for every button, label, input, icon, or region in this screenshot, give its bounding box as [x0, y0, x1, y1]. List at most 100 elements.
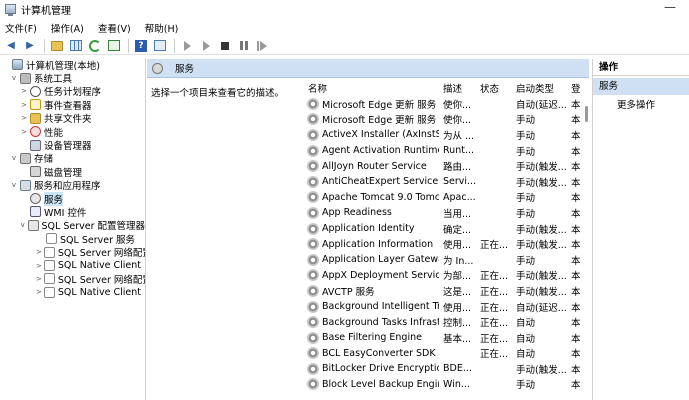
actions-section-services[interactable]: 服务: [593, 78, 689, 95]
tree-item-device-manager[interactable]: 设备管理器: [0, 138, 145, 152]
forward-arrow-icon[interactable]: ▶: [23, 39, 37, 53]
service-name-cell: Application Information: [303, 238, 439, 251]
menu-action[interactable]: 操作(A): [51, 21, 84, 35]
expand-chevron-icon[interactable]: v: [10, 154, 18, 162]
tree-item-sql-config-manager[interactable]: v SQL Server 配置管理器: [0, 219, 145, 232]
export-icon[interactable]: [107, 39, 121, 53]
service-row[interactable]: Background Intelligent Tra... 使用... 正在... 自…: [303, 299, 590, 315]
service-row[interactable]: Apache Tomcat 9.0 Tomcat9 Apac... 手动 本: [303, 190, 590, 206]
service-name-cell: Apache Tomcat 9.0 Tomcat9: [303, 191, 439, 204]
expand-chevron-icon[interactable]: >: [20, 101, 28, 109]
menu-help[interactable]: 帮助(H): [145, 21, 179, 35]
expand-chevron-icon[interactable]: >: [36, 262, 42, 270]
clock-icon: [30, 85, 41, 97]
service-row[interactable]: Background Tasks Infrastru... 控制... 正在... 自…: [303, 314, 590, 330]
column-header-log-on-as[interactable]: 登: [571, 81, 581, 95]
service-row[interactable]: AllJoyn Router Service 路由... 手动(触发... 本: [303, 158, 590, 174]
vertical-scrollbar[interactable]: [584, 96, 589, 400]
help-icon[interactable]: ?: [134, 39, 148, 53]
service-row[interactable]: Base Filtering Engine 基本... 正在... 自动 本: [303, 330, 590, 346]
column-header-startup-type[interactable]: 启动类型: [516, 81, 568, 95]
back-arrow-icon[interactable]: ◀: [4, 39, 18, 53]
service-row[interactable]: Application Layer Gateway ... 为 In... 手动 本: [303, 252, 590, 268]
service-row[interactable]: Agent Activation Runtime_... Runt... 手动 本: [303, 143, 590, 159]
service-description-cell: 控制...: [443, 318, 472, 330]
folder-icon[interactable]: [50, 39, 64, 53]
service-description-cell: Runt...: [443, 145, 475, 157]
column-header-name[interactable]: 名称: [303, 81, 439, 95]
service-row[interactable]: Application Information 使用... 正在... 手动(触发..…: [303, 236, 590, 252]
expand-chevron-icon[interactable]: v: [10, 74, 18, 82]
minimize-button[interactable]: —: [663, 1, 677, 14]
more-actions-link[interactable]: 更多操作: [593, 98, 689, 113]
tree-item-wmi-control[interactable]: WMI 控件: [0, 205, 145, 219]
service-row[interactable]: Application Identity 确定... 手动(触发... 本: [303, 221, 590, 237]
expand-chevron-icon[interactable]: >: [20, 128, 28, 136]
expand-chevron-icon[interactable]: >: [36, 248, 42, 256]
service-row[interactable]: AppX Deployment Service ... 为部... 正在... 手动(…: [303, 268, 590, 284]
service-row[interactable]: ActiveX Installer (AxInstSV) 为从 ... 手动 本: [303, 127, 590, 143]
service-row[interactable]: Block Level Backup Engine ... Win... 手动 本: [303, 377, 590, 393]
service-row[interactable]: AntiCheatExpert Service Servi... 手动(触发... 本: [303, 174, 590, 190]
service-gear-icon: [307, 191, 319, 204]
service-row[interactable]: Microsoft Edge 更新 服务 (... 使你... 自动(延迟... 本: [303, 96, 590, 112]
tree-item-sql-native-client-32[interactable]: > SQL Native Client 1: [0, 286, 145, 299]
service-gear-icon: [307, 347, 319, 360]
expand-chevron-icon[interactable]: >: [36, 288, 42, 296]
service-row[interactable]: BitLocker Drive Encryption ... BDE... 手动(触…: [303, 361, 590, 377]
tree-item-disk-management[interactable]: 磁盘管理: [0, 165, 145, 179]
sql-network-icon: [43, 273, 55, 285]
tree-item-sql-native-client[interactable]: > SQL Native Client 1: [0, 259, 145, 272]
start-service-icon[interactable]: [180, 39, 194, 53]
tree-item-sql-network-config[interactable]: > SQL Server 网络配置: [0, 245, 146, 260]
tree-item-services[interactable]: 服务: [0, 191, 145, 206]
tree-item-sql-network-config-32[interactable]: > SQL Server 网络配置: [0, 272, 145, 286]
tree-item-sql-server-services[interactable]: SQL Server 服务: [0, 232, 145, 246]
properties-icon[interactable]: [153, 39, 167, 53]
expand-chevron-icon[interactable]: >: [20, 114, 28, 122]
service-row[interactable]: AVCTP 服务 这是... 正在... 手动(触发... 本: [303, 283, 590, 299]
service-name-cell: Application Layer Gateway ...: [303, 253, 439, 266]
tree-item-performance[interactable]: > 性能: [0, 125, 145, 139]
service-gear-icon: [307, 316, 319, 329]
pause-service-icon[interactable]: [237, 39, 251, 53]
service-gear-icon: [307, 128, 319, 141]
grid-icon[interactable]: [69, 39, 83, 53]
start-service-alt-icon[interactable]: [199, 39, 213, 53]
expand-chevron-icon[interactable]: v: [10, 181, 18, 189]
tree-item-task-scheduler[interactable]: > 任务计划程序: [0, 85, 145, 98]
menu-file[interactable]: 文件(F): [5, 21, 37, 35]
scrollbar-thumb[interactable]: [585, 106, 588, 122]
tree-item-computer-management[interactable]: 计算机管理(本地): [0, 58, 145, 72]
menu-view[interactable]: 查看(V): [98, 21, 131, 35]
actions-pane: 操作 服务 更多操作: [592, 59, 689, 400]
column-header-status[interactable]: 状态: [480, 81, 516, 95]
service-row[interactable]: App Readiness 当用... 手动 本: [303, 205, 590, 221]
service-gear-icon: [307, 97, 319, 110]
service-name: Application Identity: [322, 223, 415, 235]
service-row[interactable]: Microsoft Edge 更新 服务 (... 使你... 手动 本: [303, 112, 590, 128]
service-name: AntiCheatExpert Service: [322, 176, 439, 188]
service-startup-type-cell: 手动: [516, 193, 536, 205]
service-gear-icon: [307, 113, 319, 126]
tree-item-system-tools[interactable]: v 系统工具: [0, 71, 145, 85]
tree-item-shared-folders[interactable]: > 共享文件夹: [0, 112, 145, 125]
stop-service-icon[interactable]: [218, 39, 232, 53]
tree-item-services-and-apps[interactable]: v 服务和应用程序: [0, 179, 145, 192]
service-gear-icon: [307, 378, 319, 391]
tree-item-label: SQL Server 网络配置: [57, 248, 146, 260]
service-status-cell: 正在...: [480, 318, 509, 330]
service-log-on-cell: 本: [571, 162, 581, 174]
service-row[interactable]: BCL EasyConverter SDK 4 L... 正在... 自动 本: [303, 346, 590, 362]
refresh-icon[interactable]: [88, 39, 102, 53]
expand-chevron-icon[interactable]: >: [20, 87, 28, 95]
service-name-cell: Microsoft Edge 更新 服务 (...: [303, 112, 439, 126]
service-name-cell: Background Intelligent Tra...: [303, 300, 439, 313]
service-name: ActiveX Installer (AxInstSV): [322, 129, 439, 141]
tree-item-storage[interactable]: v 存储: [0, 152, 145, 165]
restart-service-icon[interactable]: [256, 39, 270, 53]
expand-chevron-icon[interactable]: v: [20, 221, 26, 229]
column-header-description[interactable]: 描述: [443, 81, 477, 95]
tree-item-event-viewer[interactable]: > 事件查看器: [0, 98, 145, 112]
expand-chevron-icon[interactable]: >: [36, 275, 42, 283]
